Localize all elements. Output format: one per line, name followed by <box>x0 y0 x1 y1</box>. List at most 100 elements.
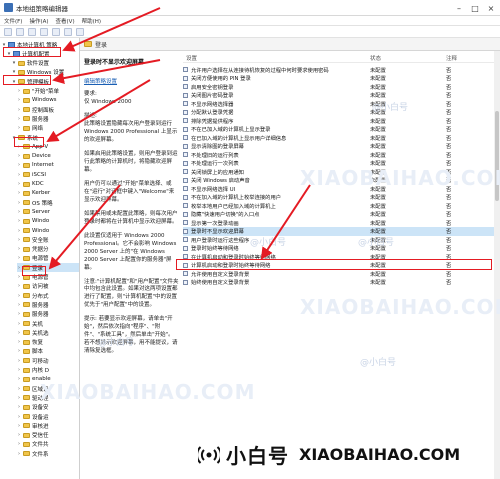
tree-item[interactable]: › Kerber <box>17 189 79 198</box>
expand-arrow-icon[interactable]: › <box>17 209 21 215</box>
tree-item[interactable]: › 文件系 <box>17 449 79 458</box>
menu-file[interactable]: 文件(F) <box>4 17 22 25</box>
expand-arrow-icon[interactable]: › <box>17 274 21 280</box>
expand-arrow-icon[interactable]: › <box>17 246 21 252</box>
minimize-icon[interactable]: – <box>452 3 466 13</box>
tree-item[interactable]: › iSCSI <box>17 170 79 179</box>
menu-action[interactable]: 操作(A) <box>29 17 48 25</box>
vertical-scrollbar[interactable] <box>494 51 500 479</box>
tree-item[interactable]: › Windo <box>17 226 79 235</box>
expand-arrow-icon[interactable]: › <box>17 190 21 196</box>
expand-arrow-icon[interactable]: › <box>17 125 21 131</box>
expand-arrow-icon[interactable]: › <box>17 97 21 103</box>
filter-icon[interactable] <box>76 27 84 36</box>
policy-row[interactable]: 始终使用自定义登录背景 未配置 否 <box>183 278 500 287</box>
policy-name: 显示第一次登录动画 <box>191 220 239 227</box>
expand-arrow-icon[interactable]: › <box>17 395 21 401</box>
expand-arrow-icon[interactable]: › <box>17 200 21 206</box>
expand-arrow-icon[interactable]: › <box>17 265 21 271</box>
tree-item[interactable]: › 服务器 <box>17 310 79 319</box>
tree-item[interactable]: › 内核 D <box>17 366 79 375</box>
expand-arrow-icon[interactable]: › <box>17 339 21 345</box>
tree-item[interactable]: › KDC <box>17 180 79 189</box>
expand-arrow-icon[interactable]: › <box>17 451 21 457</box>
expand-arrow-icon[interactable]: › <box>17 153 21 159</box>
edit-policy-link[interactable]: 编辑策略设置 <box>84 77 179 85</box>
close-icon[interactable]: × <box>484 3 498 13</box>
tree-item[interactable]: › Internet <box>17 161 79 170</box>
column-setting[interactable]: 设置 <box>186 54 197 62</box>
tree-item[interactable]: › 脚本 <box>17 347 79 356</box>
tree-item[interactable]: › 审核进 <box>17 421 79 430</box>
tree-item[interactable]: ▾ 软件设置 <box>12 59 79 68</box>
expand-arrow-icon[interactable]: › <box>17 386 21 392</box>
expand-arrow-icon[interactable]: › <box>17 376 21 382</box>
tree-item[interactable]: › 受信任 <box>17 431 79 440</box>
expand-arrow-icon[interactable]: ▾ <box>12 60 16 66</box>
expand-arrow-icon[interactable]: › <box>17 441 21 447</box>
tree-item[interactable]: › 分布式 <box>17 291 79 300</box>
tree-item[interactable]: › Windows <box>17 96 79 105</box>
maximize-icon[interactable]: □ <box>468 3 482 13</box>
export-icon[interactable] <box>52 27 60 36</box>
expand-arrow-icon[interactable]: › <box>17 218 21 224</box>
policy-setting-icon <box>183 220 188 225</box>
tree-item[interactable]: › 关机选 <box>17 328 79 337</box>
column-state[interactable]: 状态 <box>370 54 381 62</box>
tree-item[interactable]: › Windo <box>17 217 79 226</box>
tree-item[interactable]: › 凭据分 <box>17 245 79 254</box>
tree-item[interactable]: › 安全账 <box>17 235 79 244</box>
show-hide-tree-icon[interactable] <box>40 27 48 36</box>
expand-arrow-icon[interactable]: › <box>17 107 21 113</box>
tree-item[interactable]: › OS 策略 <box>17 198 79 207</box>
expand-arrow-icon[interactable]: › <box>17 321 21 327</box>
expand-arrow-icon[interactable]: › <box>17 404 21 410</box>
menu-help[interactable]: 帮助(H) <box>82 17 101 25</box>
tree-item[interactable]: › 可移动 <box>17 356 79 365</box>
tree-item[interactable]: › 控制面板 <box>17 105 79 114</box>
tree-item[interactable]: › 电源管 <box>17 254 79 263</box>
expand-arrow-icon[interactable]: › <box>17 367 21 373</box>
up-icon[interactable] <box>28 27 36 36</box>
expand-arrow-icon[interactable]: › <box>17 358 21 364</box>
expand-arrow-icon[interactable]: › <box>17 162 21 168</box>
forward-icon[interactable] <box>16 27 24 36</box>
tree-item[interactable]: › 访问被 <box>17 282 79 291</box>
expand-arrow-icon[interactable]: › <box>17 237 21 243</box>
expand-arrow-icon[interactable]: › <box>17 311 21 317</box>
menu-view[interactable]: 查看(V) <box>56 17 75 25</box>
tree-item[interactable]: › 设备安 <box>17 403 79 412</box>
expand-arrow-icon[interactable]: › <box>17 283 21 289</box>
tree-item[interactable]: › 服务器 <box>17 300 79 309</box>
expand-arrow-icon[interactable]: › <box>17 414 21 420</box>
tree-item[interactable]: › 网络 <box>17 124 79 133</box>
folder-icon <box>23 404 30 410</box>
tree-item[interactable]: › 文件共 <box>17 440 79 449</box>
tree-item[interactable]: › Server <box>17 207 79 216</box>
folder-icon <box>23 209 30 215</box>
expand-arrow-icon[interactable]: › <box>17 330 21 336</box>
expand-arrow-icon[interactable]: › <box>17 293 21 299</box>
expand-arrow-icon[interactable]: › <box>17 181 21 187</box>
expand-arrow-icon[interactable]: › <box>17 302 21 308</box>
tree-item[interactable]: › 关机 <box>17 319 79 328</box>
help-icon[interactable] <box>64 27 72 36</box>
expand-arrow-icon[interactable]: › <box>17 348 21 354</box>
tree-item[interactable]: › "开始"菜单 <box>17 87 79 96</box>
brand-logo: 小白号 XIAOBAIHAO.COM <box>198 440 460 469</box>
tree-item[interactable]: › Device <box>17 152 79 161</box>
folder-icon <box>23 293 30 299</box>
expand-arrow-icon[interactable]: › <box>17 88 21 94</box>
expand-arrow-icon[interactable]: › <box>17 432 21 438</box>
expand-arrow-icon[interactable]: › <box>17 172 21 178</box>
tree-item[interactable]: › 服务器 <box>17 114 79 123</box>
tree-item[interactable]: › 恢复 <box>17 338 79 347</box>
tree-item[interactable]: › 设备运 <box>17 412 79 421</box>
column-note[interactable]: 注释 <box>446 54 457 62</box>
folder-icon <box>23 432 30 438</box>
expand-arrow-icon[interactable]: › <box>17 255 21 261</box>
expand-arrow-icon[interactable]: › <box>17 228 21 234</box>
expand-arrow-icon[interactable]: › <box>17 423 21 429</box>
back-icon[interactable] <box>4 27 12 36</box>
expand-arrow-icon[interactable]: › <box>17 116 21 122</box>
